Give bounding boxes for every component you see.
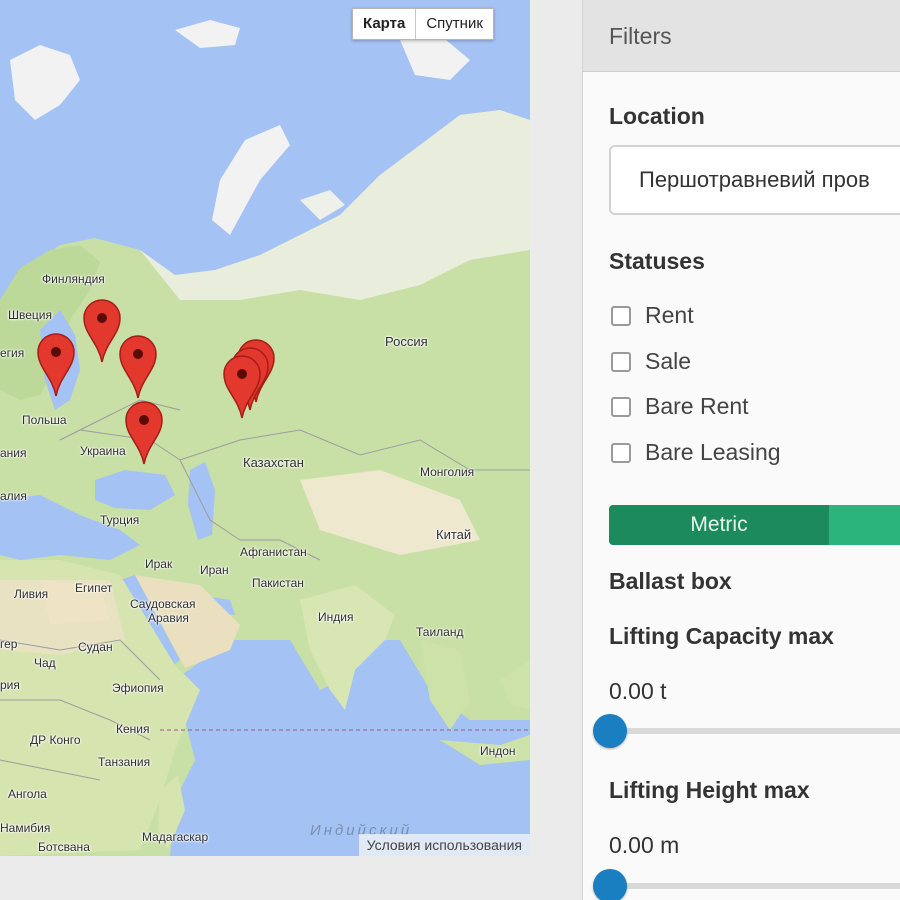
map-label-china: Китай <box>436 527 472 542</box>
map-label-iran: Иран <box>200 563 229 577</box>
map-label-iraq: Ирак <box>145 557 173 571</box>
map-terms-link[interactable]: Условия использования <box>358 834 530 856</box>
map-marker-pin-icon[interactable] <box>118 334 158 400</box>
checkbox-icon[interactable] <box>611 442 631 463</box>
map-label-turkey: Турция <box>100 513 140 527</box>
map-label-kenya: Кения <box>116 722 150 736</box>
filters-panel: Filters Location Першотравневий пров Sta… <box>582 0 900 900</box>
lifting-height-value: 0.00 m <box>609 832 680 858</box>
map-label-indonesia: Индон <box>480 744 516 758</box>
map-label-finland: Финляндия <box>42 272 105 286</box>
map-marker-pin-icon[interactable] <box>36 332 76 398</box>
map-label-pakistan: Пакистан <box>252 576 304 590</box>
map-label-madagascar: Мадагаскар <box>142 830 209 844</box>
statuses-title: Statuses <box>609 248 705 274</box>
map-type-map-button[interactable]: Карта <box>353 9 416 39</box>
units-toggle: Metric <box>609 505 900 545</box>
lifting-capacity-slider[interactable] <box>593 711 900 751</box>
map-label-egypt: Египет <box>75 581 113 595</box>
map-label-angola: Ангола <box>8 787 47 801</box>
map-label-germany: ания <box>0 446 27 460</box>
map-label-namibia: Намибия <box>0 821 51 835</box>
location-input[interactable]: Першотравневий пров <box>609 145 900 215</box>
map-label-niger: гер <box>0 637 18 651</box>
map-label-chad: Чад <box>34 656 56 670</box>
location-title: Location <box>609 103 705 129</box>
status-label: Rent <box>645 302 694 328</box>
map-marker-pin-icon[interactable] <box>124 400 164 466</box>
map-label-saudi-2: Аравия <box>148 611 189 625</box>
status-checkbox-bare-leasing[interactable]: Bare Leasing <box>611 439 781 466</box>
checkbox-icon[interactable] <box>611 305 631 326</box>
ballast-box-title: Ballast box <box>609 568 732 594</box>
checkbox-icon[interactable] <box>611 351 631 372</box>
status-label: Bare Leasing <box>645 439 781 465</box>
slider-track[interactable] <box>607 883 900 889</box>
status-checkbox-bare-rent[interactable]: Bare Rent <box>611 393 749 420</box>
map-label-sudan: Судан <box>78 640 113 654</box>
lifting-capacity-title: Lifting Capacity max <box>609 623 834 649</box>
lifting-height-slider[interactable] <box>593 866 900 900</box>
units-metric-button[interactable]: Metric <box>609 505 829 545</box>
status-checkbox-rent[interactable]: Rent <box>611 302 694 329</box>
slider-handle[interactable] <box>593 869 627 900</box>
map-label-sweden: Швеция <box>8 308 52 322</box>
slider-track[interactable] <box>607 728 900 734</box>
map-label-libya: Ливия <box>14 587 49 601</box>
map-label-russia: Россия <box>385 334 428 349</box>
slider-handle[interactable] <box>593 714 627 748</box>
map-label-kazakhstan: Казахстан <box>243 455 304 470</box>
map-label-saudi-1: Саудовская <box>130 597 196 611</box>
map-label-afghanistan: Афганистан <box>240 545 307 559</box>
map-view[interactable]: Финляндия Швеция егия Польша Украина ани… <box>0 0 530 856</box>
map-label-dr-congo: ДР Конго <box>30 733 81 747</box>
app-root: Финляндия Швеция егия Польша Украина ани… <box>0 0 900 900</box>
map-label-nigeria: рия <box>0 678 20 692</box>
map-label-ukraine: Украина <box>80 444 126 458</box>
filters-header: Filters <box>583 0 900 72</box>
map-label-italy: алия <box>0 489 27 503</box>
map-type-control: Карта Спутник <box>352 8 494 40</box>
map-type-satellite-button[interactable]: Спутник <box>416 9 493 39</box>
map-marker-pin-icon[interactable] <box>222 354 262 420</box>
units-imperial-button[interactable] <box>829 505 900 545</box>
map-label-norway: егия <box>0 346 25 360</box>
status-label: Bare Rent <box>645 393 749 419</box>
map-label-poland: Польша <box>22 413 67 427</box>
map-label-thailand: Таиланд <box>416 625 464 639</box>
lifting-capacity-value: 0.00 t <box>609 678 667 704</box>
map-label-ethiopia: Эфиопия <box>112 681 164 695</box>
status-label: Sale <box>645 348 692 374</box>
status-checkbox-sale[interactable]: Sale <box>611 348 691 375</box>
map-marker-pin-icon[interactable] <box>82 298 122 364</box>
lifting-height-title: Lifting Height max <box>609 777 810 803</box>
map-label-india: Индия <box>318 610 354 624</box>
map-label-tanzania: Танзания <box>98 755 151 769</box>
map-label-mongolia: Монголия <box>420 465 475 479</box>
map-basemap <box>0 0 530 856</box>
checkbox-icon[interactable] <box>611 396 631 417</box>
map-label-botswana: Ботсвана <box>38 840 90 854</box>
